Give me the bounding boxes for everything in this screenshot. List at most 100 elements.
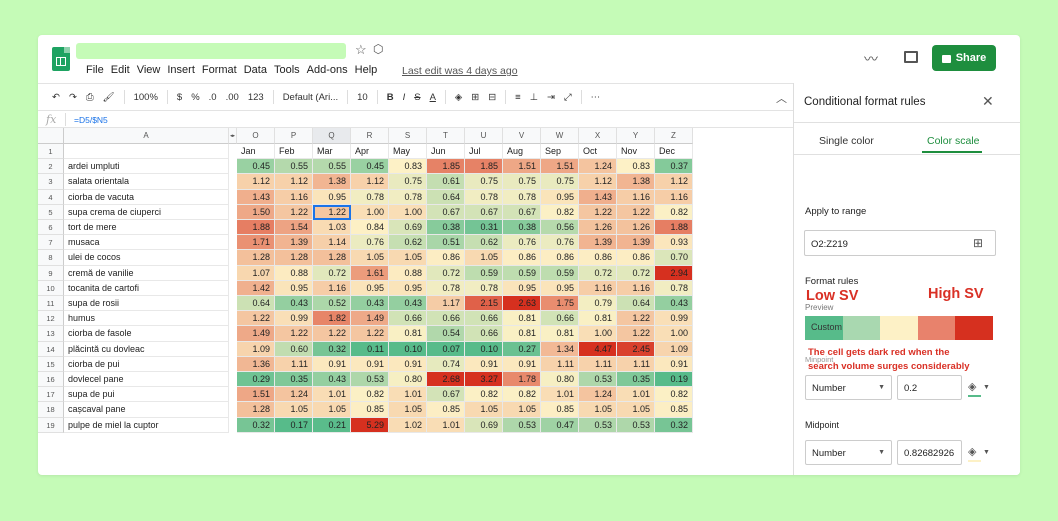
document-title-redacted[interactable] — [76, 43, 346, 59]
data-cell[interactable]: 1.12 — [275, 174, 313, 190]
data-cell[interactable]: 0.91 — [313, 356, 351, 372]
data-cell[interactable]: 0.43 — [655, 296, 693, 312]
currency-button[interactable]: $ — [177, 92, 182, 103]
data-cell[interactable]: 0.91 — [465, 356, 503, 372]
menu-tools[interactable]: Tools — [274, 64, 300, 78]
data-cell[interactable]: 1.39 — [275, 235, 313, 251]
data-cell[interactable]: 0.59 — [541, 265, 579, 281]
data-cell[interactable]: 0.91 — [503, 356, 541, 372]
month-header-cell[interactable]: Oct — [579, 144, 617, 160]
row-header[interactable]: 13 — [38, 326, 64, 342]
data-cell[interactable]: 1.88 — [655, 220, 693, 236]
data-cell[interactable]: 0.85 — [427, 402, 465, 418]
month-header-cell[interactable]: Jul — [465, 144, 503, 160]
column-header-z[interactable]: Z — [655, 128, 693, 144]
data-cell[interactable]: 1.16 — [579, 280, 617, 296]
row-header[interactable]: 14 — [38, 341, 64, 357]
data-cell[interactable]: 0.85 — [655, 402, 693, 418]
data-cell[interactable]: 1.88 — [237, 220, 275, 236]
data-cell[interactable]: 0.86 — [541, 250, 579, 266]
row-label-cell[interactable]: ciorba de vacuta — [64, 189, 229, 205]
data-cell[interactable]: 1.01 — [541, 387, 579, 403]
data-cell[interactable]: 1.05 — [465, 402, 503, 418]
minpoint-fill-color-icon[interactable]: ◈ — [968, 380, 976, 393]
row-header[interactable]: 7 — [38, 235, 64, 251]
data-cell[interactable]: 1.49 — [351, 311, 389, 327]
data-cell[interactable]: 1.49 — [237, 326, 275, 342]
data-cell[interactable]: 0.75 — [503, 174, 541, 190]
row-header[interactable]: 12 — [38, 311, 64, 327]
row-label-cell[interactable]: ciorba de fasole — [64, 326, 229, 342]
data-cell[interactable]: 1.43 — [579, 189, 617, 205]
data-cell[interactable]: 1.12 — [655, 174, 693, 190]
data-cell[interactable]: 1.22 — [617, 311, 655, 327]
row-label-cell[interactable]: dovlecel pane — [64, 372, 229, 388]
data-cell[interactable]: 1.22 — [237, 311, 275, 327]
data-cell[interactable]: 0.66 — [465, 311, 503, 327]
print-icon[interactable]: ⎙ — [86, 92, 94, 103]
data-cell[interactable]: 0.95 — [541, 189, 579, 205]
text-rotation-icon[interactable]: ⤢ — [564, 92, 572, 103]
data-cell[interactable]: 0.84 — [351, 220, 389, 236]
data-cell[interactable]: 1.16 — [655, 189, 693, 205]
data-cell[interactable]: 0.99 — [275, 311, 313, 327]
data-cell[interactable]: 0.45 — [351, 159, 389, 175]
data-cell[interactable]: 0.79 — [579, 296, 617, 312]
data-cell[interactable]: 1.22 — [275, 326, 313, 342]
data-cell[interactable]: 0.69 — [465, 417, 503, 433]
column-header-t[interactable]: T — [427, 128, 465, 144]
data-cell[interactable]: 1.51 — [541, 159, 579, 175]
data-cell[interactable]: 0.47 — [541, 417, 579, 433]
data-cell[interactable]: 1.28 — [275, 250, 313, 266]
data-cell[interactable]: 1.09 — [237, 341, 275, 357]
collapse-toolbar-icon[interactable]: ︿ — [776, 90, 787, 106]
data-cell[interactable]: 0.78 — [465, 280, 503, 296]
data-cell[interactable]: 1.01 — [427, 417, 465, 433]
data-cell[interactable]: 0.43 — [313, 372, 351, 388]
data-cell[interactable]: 1.39 — [579, 235, 617, 251]
month-header-cell[interactable]: Feb — [275, 144, 313, 160]
data-cell[interactable]: 1.28 — [237, 250, 275, 266]
data-cell[interactable]: 0.86 — [579, 250, 617, 266]
table-cell[interactable] — [64, 144, 229, 160]
data-cell[interactable]: 1.26 — [617, 220, 655, 236]
sheets-logo-icon[interactable] — [52, 47, 70, 71]
increase-decimal-button[interactable]: .00 — [226, 92, 239, 103]
data-cell[interactable]: 0.43 — [275, 296, 313, 312]
move-to-drive-icon[interactable]: ⬡ — [373, 42, 383, 56]
data-cell[interactable]: 1.78 — [503, 372, 541, 388]
data-cell[interactable]: 1.00 — [351, 204, 389, 220]
data-cell[interactable]: 0.17 — [275, 417, 313, 433]
data-cell[interactable]: 1.12 — [237, 174, 275, 190]
column-header-u[interactable]: U — [465, 128, 503, 144]
vertical-align-icon[interactable]: ⊥ — [530, 92, 538, 103]
column-header-p[interactable]: P — [275, 128, 313, 144]
color-scale-preview[interactable]: Custom — [805, 316, 993, 340]
data-cell[interactable]: 1.11 — [617, 356, 655, 372]
data-cell[interactable]: 0.59 — [465, 265, 503, 281]
data-cell[interactable]: 0.29 — [237, 372, 275, 388]
bold-button[interactable]: B — [387, 92, 394, 103]
data-cell[interactable]: 0.78 — [389, 189, 427, 205]
range-input[interactable]: O2:Z219 — [804, 230, 996, 256]
data-cell[interactable]: 0.82 — [655, 387, 693, 403]
data-cell[interactable]: 0.88 — [275, 265, 313, 281]
data-cell[interactable]: 0.95 — [275, 280, 313, 296]
data-cell[interactable]: 0.32 — [655, 417, 693, 433]
data-cell[interactable]: 0.32 — [237, 417, 275, 433]
row-header[interactable]: 8 — [38, 250, 64, 266]
row-header[interactable]: 10 — [38, 280, 64, 296]
data-cell[interactable]: 0.70 — [655, 250, 693, 266]
data-cell[interactable]: 1.11 — [275, 356, 313, 372]
data-cell[interactable]: 0.67 — [427, 204, 465, 220]
data-cell[interactable]: 0.78 — [427, 280, 465, 296]
menu-insert[interactable]: Insert — [167, 64, 195, 78]
row-header[interactable]: 18 — [38, 402, 64, 418]
data-cell[interactable]: 0.76 — [541, 235, 579, 251]
data-cell[interactable]: 0.53 — [503, 417, 541, 433]
text-wrap-icon[interactable]: ⇥ — [547, 92, 555, 103]
data-cell[interactable]: 1.03 — [313, 220, 351, 236]
data-cell[interactable]: 1.12 — [351, 174, 389, 190]
column-header-o[interactable]: O — [237, 128, 275, 144]
data-cell[interactable]: 0.59 — [503, 265, 541, 281]
